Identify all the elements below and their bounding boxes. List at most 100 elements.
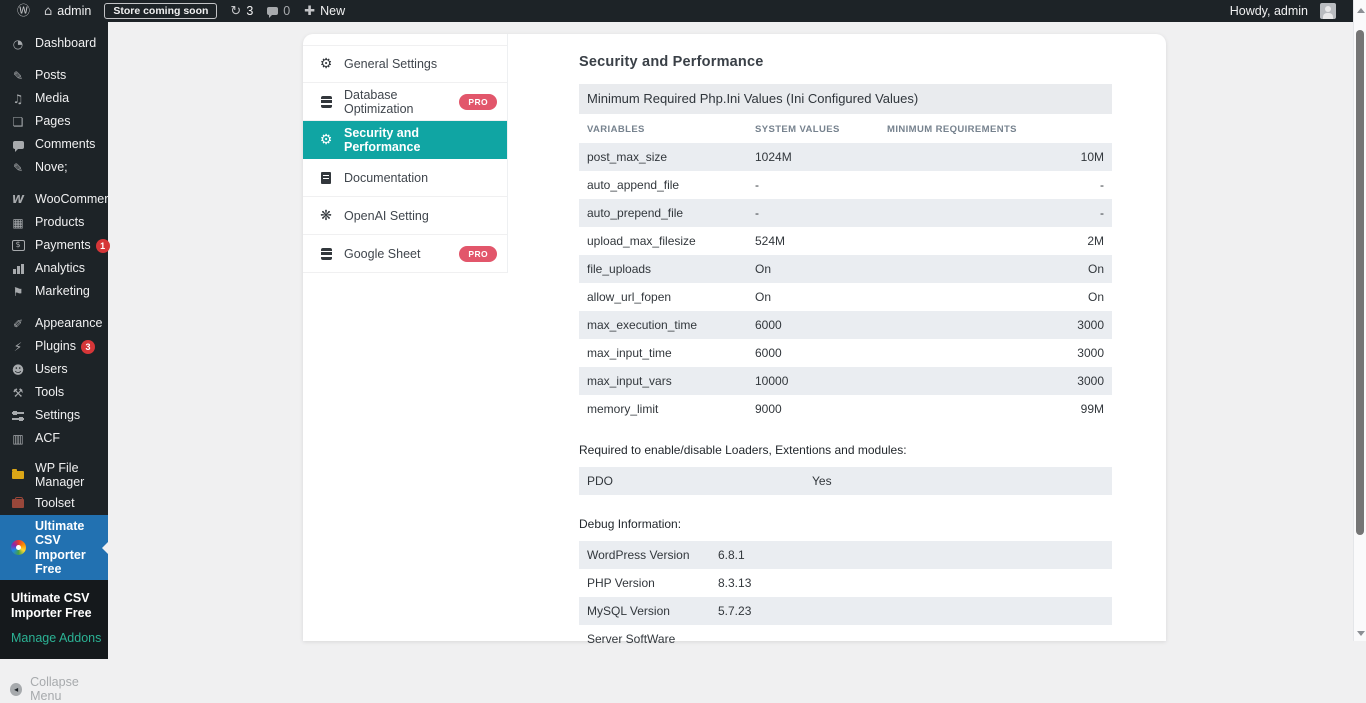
sidebar-item-users[interactable]: ☻Users bbox=[0, 358, 108, 381]
comment-count: 0 bbox=[283, 4, 290, 18]
cell-value: 8.3.13 bbox=[710, 576, 1112, 590]
plus-icon: ✚ bbox=[304, 5, 315, 18]
sidebar-item-payments[interactable]: $Payments1 bbox=[0, 234, 108, 257]
cell-variable: file_uploads bbox=[579, 262, 747, 276]
sidebar-item-products[interactable]: ▦Products bbox=[0, 211, 108, 234]
users-icon: ☻ bbox=[12, 364, 25, 376]
ini-table-title: Minimum Required Php.Ini Values (Ini Con… bbox=[579, 84, 1112, 114]
table-row: file_uploadsOnOn bbox=[579, 255, 1112, 283]
sidebar-item-analytics[interactable]: Analytics bbox=[0, 257, 108, 280]
cell-variable: auto_prepend_file bbox=[579, 206, 747, 220]
cell-name: Server SoftWare bbox=[579, 632, 710, 646]
scrollbar[interactable] bbox=[1353, 0, 1366, 641]
tab-general-settings[interactable]: ⚙General Settings bbox=[303, 45, 507, 83]
tab-label: OpenAI Setting bbox=[344, 209, 429, 223]
cell-variable: post_max_size bbox=[579, 150, 747, 164]
settings-content: Security and Performance Minimum Require… bbox=[508, 34, 1166, 641]
sidebar-item-plugins[interactable]: ⚡Plugins3 bbox=[0, 335, 108, 358]
sidebar-item-label: Comments bbox=[35, 137, 95, 151]
sidebar-item-pages[interactable]: ❏Pages bbox=[0, 110, 108, 133]
settings-tab-list: ⚙General SettingsDatabase OptimizationPR… bbox=[303, 34, 508, 273]
sidebar-item-toolset[interactable]: Toolset bbox=[0, 492, 108, 515]
document-icon bbox=[321, 172, 331, 184]
cell-minimum-requirement: 10M bbox=[879, 150, 1112, 164]
cell-name: MySQL Version bbox=[579, 604, 710, 618]
sidebar-item-label: Tools bbox=[35, 385, 64, 399]
table-row: memory_limit900099M bbox=[579, 395, 1112, 423]
appearance-icon: ✐ bbox=[13, 318, 23, 330]
wordpress-logo-icon: Ⓦ bbox=[17, 5, 30, 18]
comments-menu[interactable]: 0 bbox=[260, 0, 297, 22]
updates-menu[interactable]: ↻ 3 bbox=[223, 0, 260, 22]
admin-sidebar: ◔Dashboard✎Posts♫Media❏PagesComments✎Nov… bbox=[0, 22, 108, 641]
sidebar-item-posts[interactable]: ✎Posts bbox=[0, 64, 108, 87]
sidebar-item-wp-file-manager[interactable]: WP File Manager bbox=[0, 459, 108, 492]
menu-count-badge: 3 bbox=[81, 340, 95, 354]
sidebar-item-comments[interactable]: Comments bbox=[0, 133, 108, 156]
account-menu[interactable]: Howdy, admin bbox=[1223, 0, 1343, 22]
cell-minimum-requirement: 99M bbox=[879, 402, 1112, 416]
cell-system-value: - bbox=[747, 206, 879, 220]
cell-minimum-requirement: - bbox=[879, 206, 1112, 220]
table-row: max_input_vars100003000 bbox=[579, 367, 1112, 395]
cell-minimum-requirement: 2M bbox=[879, 234, 1112, 248]
toolset-icon bbox=[12, 499, 24, 508]
pro-badge: PRO bbox=[459, 246, 497, 262]
scrollbar-thumb[interactable] bbox=[1356, 30, 1364, 535]
pushpin-icon: ✎ bbox=[13, 70, 23, 82]
tab-label: Documentation bbox=[344, 171, 428, 185]
cell-value: 5.7.23 bbox=[710, 604, 1112, 618]
new-content-menu[interactable]: ✚ New bbox=[297, 0, 352, 22]
table-row: auto_append_file-- bbox=[579, 171, 1112, 199]
table-row: max_execution_time60003000 bbox=[579, 311, 1112, 339]
sidebar-item-settings[interactable]: Settings bbox=[0, 404, 108, 427]
sidebar-item-label: Plugins bbox=[35, 339, 76, 353]
tab-database-optimization[interactable]: Database OptimizationPRO bbox=[303, 83, 507, 121]
folder-icon bbox=[12, 471, 24, 479]
sidebar-item-label: Appearance bbox=[35, 316, 102, 330]
sidebar-item-media[interactable]: ♫Media bbox=[0, 87, 108, 110]
woocommerce-icon: W bbox=[12, 194, 24, 205]
pro-badge: PRO bbox=[459, 94, 497, 110]
cell-variable: max_input_vars bbox=[579, 374, 747, 388]
sidebar-item-tools[interactable]: ⚒Tools bbox=[0, 381, 108, 404]
sidebar-item-dashboard[interactable]: ◔Dashboard bbox=[0, 32, 108, 55]
database-icon bbox=[321, 96, 332, 108]
site-name-menu[interactable]: ⌂ admin bbox=[37, 0, 98, 22]
sidebar-item-label: Analytics bbox=[35, 261, 85, 275]
sidebar-item-acf[interactable]: ▥ACF bbox=[0, 427, 108, 450]
cell-minimum-requirement: 3000 bbox=[879, 318, 1112, 332]
submenu-item-manage-addons[interactable]: Manage Addons bbox=[11, 628, 108, 649]
cell-system-value: 6000 bbox=[747, 346, 879, 360]
sidebar-item-appearance[interactable]: ✐ Appearance bbox=[0, 312, 108, 335]
sidebar-item-ultimate-csv-importer-free[interactable]: Ultimate CSV Importer Free bbox=[0, 515, 108, 581]
howdy-text: Howdy, admin bbox=[1230, 4, 1308, 18]
sidebar-item-nove[interactable]: ✎Nove; bbox=[0, 156, 108, 179]
cell-variable: max_execution_time bbox=[579, 318, 747, 332]
scroll-down-arrow-icon[interactable] bbox=[1357, 631, 1365, 640]
table-row: allow_url_fopenOnOn bbox=[579, 283, 1112, 311]
tab-google-sheet[interactable]: Google SheetPRO bbox=[303, 235, 507, 273]
cell-name: PDO bbox=[579, 474, 804, 488]
collapse-menu-button[interactable]: ◂ Collapse Menu bbox=[0, 675, 108, 703]
scroll-up-arrow-icon[interactable] bbox=[1357, 4, 1365, 13]
submenu-item-ultimate-csv-importer-free[interactable]: Ultimate CSV Importer Free bbox=[11, 588, 108, 624]
cell-minimum-requirement: On bbox=[879, 262, 1112, 276]
avatar bbox=[1320, 3, 1336, 19]
table-row: MySQL Version5.7.23 bbox=[579, 597, 1112, 625]
tab-security-and-performance[interactable]: ⚙Security and Performance bbox=[303, 121, 507, 159]
cell-minimum-requirement: - bbox=[879, 178, 1112, 192]
cell-system-value: On bbox=[747, 290, 879, 304]
cell-name: WordPress Version bbox=[579, 548, 710, 562]
tab-documentation[interactable]: Documentation bbox=[303, 159, 507, 197]
table-row: PDOYes bbox=[579, 467, 1112, 495]
sidebar-item-marketing[interactable]: ⚑Marketing bbox=[0, 280, 108, 303]
cell-system-value: 1024M bbox=[747, 150, 879, 164]
wordpress-menu[interactable]: Ⓦ bbox=[10, 0, 37, 22]
cell-system-value: 6000 bbox=[747, 318, 879, 332]
sidebar-item-woocommerce[interactable]: WWooCommerce bbox=[0, 188, 108, 211]
coming-soon-badge[interactable]: Store coming soon bbox=[104, 3, 217, 19]
sidebar-item-label: Marketing bbox=[35, 284, 90, 298]
sidebar-item-label: Nove; bbox=[35, 160, 68, 174]
tab-openai-setting[interactable]: ❋OpenAI Setting bbox=[303, 197, 507, 235]
